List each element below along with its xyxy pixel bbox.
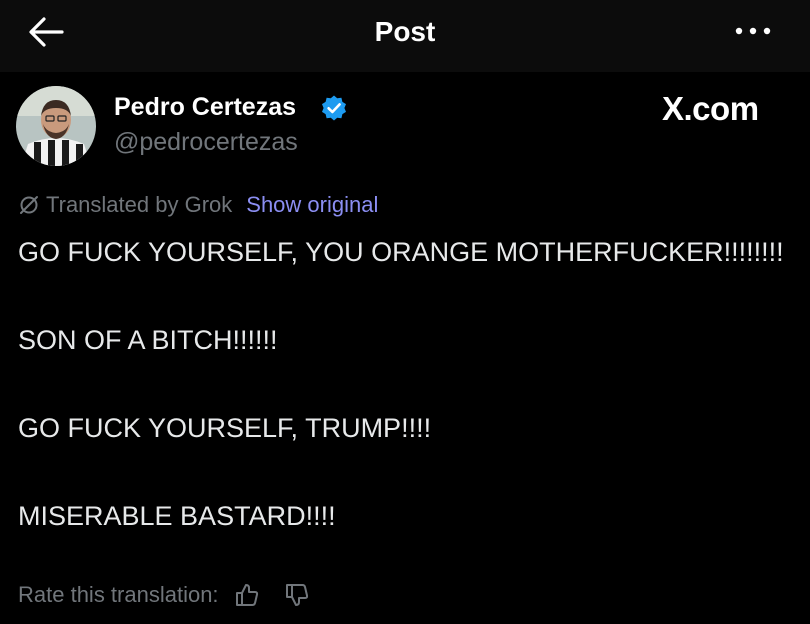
translate-slash-icon: [20, 196, 38, 214]
post-text: GO FUCK YOURSELF, YOU ORANGE MOTHERFUCKE…: [18, 230, 788, 582]
show-original-link[interactable]: Show original: [246, 192, 378, 218]
thumbs-down-button[interactable]: [283, 581, 311, 609]
translation-info: Translated by Grok Show original: [18, 190, 378, 220]
watermark: X.com: [662, 90, 759, 127]
thumbs-up-button[interactable]: [233, 581, 261, 609]
avatar[interactable]: [16, 86, 96, 166]
post-paragraph: GO FUCK YOURSELF, TRUMP!!!!: [18, 413, 432, 443]
rate-translation-label: Rate this translation:: [18, 582, 219, 607]
author-handle[interactable]: @pedrocertezas: [114, 128, 298, 157]
post-paragraph: MISERABLE BASTARD!!!!: [18, 501, 336, 531]
translated-by-label: Translated by Grok: [46, 192, 233, 217]
post-paragraph: SON OF A BITCH!!!!!!: [18, 325, 278, 355]
top-bar: Post: [0, 0, 810, 72]
thumbs-up-icon: [235, 584, 258, 606]
author-name[interactable]: Pedro Certezas: [114, 93, 296, 122]
more-horizontal-icon: [735, 27, 771, 35]
profile-photo: [16, 86, 96, 166]
verified-badge-icon: [322, 95, 346, 121]
page-title: Post: [374, 16, 436, 47]
post-paragraph: GO FUCK YOURSELF, YOU ORANGE MOTHERFUCKE…: [18, 237, 784, 267]
more-options-button[interactable]: [730, 16, 776, 46]
thumbs-down-icon: [285, 584, 308, 606]
rate-translation: Rate this translation:: [18, 580, 311, 610]
